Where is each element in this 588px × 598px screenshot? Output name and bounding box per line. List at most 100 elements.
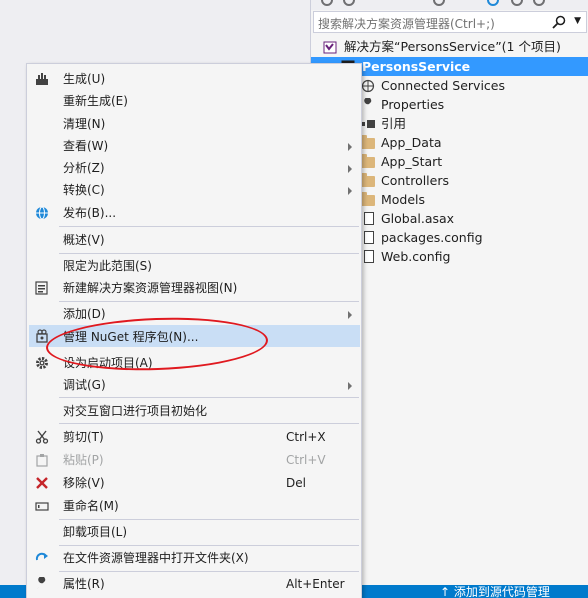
solution-explorer-search[interactable]: 搜索解决方案资源管理器(Ctrl+;) ▼ (313, 11, 587, 33)
solution-explorer-toolbar (311, 0, 588, 10)
delete-x-icon (36, 477, 48, 489)
menu-item-label: 转换(C) (63, 183, 105, 197)
menu-item-label: 粘贴(P) (63, 453, 104, 467)
menu-item-label: 重命名(M) (63, 499, 119, 513)
menu-item-label: 查看(W) (63, 139, 109, 153)
menu-separator (59, 226, 359, 227)
settings-icon[interactable] (533, 0, 545, 6)
menu-item-clean[interactable]: 清理(N) (29, 113, 360, 135)
submenu-arrow-icon (348, 187, 352, 195)
tree-item-label: Connected Services (381, 78, 505, 93)
menu-item-rename[interactable]: 重命名(M) (29, 495, 360, 517)
menu-item-shortcut: Ctrl+X (286, 430, 326, 444)
menu-item-label: 在文件资源管理器中打开文件夹(X) (63, 551, 249, 565)
menu-separator (59, 423, 359, 424)
search-placeholder: 搜索解决方案资源管理器(Ctrl+;) (318, 17, 495, 31)
menu-item-label: 移除(V) (63, 476, 105, 490)
search-icon[interactable] (552, 15, 566, 29)
tree-item-solution[interactable]: 解决方案“PersonsService”(1 个项目) (311, 37, 588, 56)
menu-item-label: 调试(G) (63, 378, 106, 392)
menu-item-label: 新建解决方案资源管理器视图(N) (63, 281, 238, 295)
menu-item-publish[interactable]: 发布(B)... (29, 202, 360, 224)
menu-separator (59, 519, 359, 520)
solution-icon (323, 41, 337, 54)
tree-item-label: Global.asax (381, 211, 455, 226)
sync-icon[interactable] (433, 0, 445, 6)
up-arrow-icon: ↑ (440, 585, 454, 598)
menu-item-rebuild[interactable]: 重新生成(E) (29, 90, 360, 112)
wrench-icon (363, 98, 372, 110)
status-text-label: 添加到源代码管理 (453, 585, 550, 598)
menu-item-paste: 粘贴(P) Ctrl+V (29, 449, 360, 471)
menu-item-properties[interactable]: 属性(R) Alt+Enter (29, 573, 360, 595)
submenu-arrow-icon (348, 165, 352, 173)
new-view-icon (35, 281, 48, 295)
submenu-arrow-icon (348, 382, 352, 390)
tree-item-label: App_Data (381, 135, 442, 150)
menu-item-label: 剪切(T) (63, 430, 104, 444)
back-icon[interactable] (321, 0, 333, 6)
menu-separator (59, 301, 359, 302)
globe-icon (36, 206, 48, 220)
folder-icon (361, 173, 375, 187)
menu-item-shortcut: Alt+Enter (286, 577, 345, 591)
menu-item-label: 对交互窗口进行项目初始化 (63, 404, 208, 418)
menu-item-view[interactable]: 查看(W) (29, 135, 360, 157)
menu-item-label: 属性(R) (63, 577, 105, 591)
folder-icon (361, 154, 375, 168)
nuget-icon (36, 329, 48, 343)
references-icon (361, 120, 375, 128)
menu-item-label: 添加(D) (63, 307, 106, 321)
refresh-icon[interactable] (487, 0, 499, 6)
add-to-source-control[interactable]: ↑ 添加到源代码管理 (440, 585, 550, 598)
menu-item-analyze[interactable]: 分析(Z) (29, 157, 360, 179)
tree-item-label: Models (381, 192, 426, 207)
folder-icon (361, 192, 375, 206)
connected-services-icon (361, 79, 375, 93)
gear-icon (36, 357, 48, 369)
menu-item-label: 概述(V) (63, 233, 105, 247)
menu-item-debug[interactable]: 调试(G) (29, 374, 360, 396)
menu-item-new-explorer-view[interactable]: 新建解决方案资源管理器视图(N) (29, 277, 360, 299)
scissors-icon (35, 430, 49, 444)
menu-item-label: 清理(N) (63, 117, 106, 131)
menu-separator (59, 545, 359, 546)
menu-item-unload-project[interactable]: 卸载项目(L) (29, 521, 360, 543)
menu-item-build[interactable]: 生成(U) (29, 68, 360, 90)
tree-item-label: 引用 (381, 116, 407, 131)
search-options-icon[interactable]: ▼ (574, 16, 581, 26)
file-icon (364, 212, 374, 225)
file-icon (364, 231, 374, 244)
menu-item-cut[interactable]: 剪切(T) Ctrl+X (29, 426, 360, 448)
menu-item-label: 重新生成(E) (63, 94, 128, 108)
tree-item-label: App_Start (381, 154, 443, 169)
tree-item-label: 解决方案“PersonsService”(1 个项目) (344, 39, 561, 54)
submenu-arrow-icon (348, 311, 352, 319)
paste-icon (36, 454, 48, 467)
submenu-arrow-icon (348, 143, 352, 151)
menu-item-open-in-explorer[interactable]: 在文件资源管理器中打开文件夹(X) (29, 547, 360, 569)
menu-item-label: 生成(U) (63, 72, 106, 86)
forward-icon[interactable] (343, 0, 355, 6)
menu-item-initialize-interactive[interactable]: 对交互窗口进行项目初始化 (29, 400, 360, 422)
rename-icon (35, 502, 49, 511)
build-icon (36, 73, 48, 85)
menu-separator (59, 571, 359, 572)
collapse-icon[interactable] (511, 0, 523, 6)
menu-item-label: 发布(B)... (63, 206, 117, 220)
tree-item-label: PersonsService (362, 59, 471, 74)
menu-item-overview[interactable]: 概述(V) (29, 229, 360, 251)
tree-item-label: Controllers (381, 173, 449, 188)
folder-icon (361, 135, 375, 149)
menu-item-label: 分析(Z) (63, 161, 105, 175)
menu-item-remove[interactable]: 移除(V) Del (29, 472, 360, 494)
wrench-icon (37, 577, 46, 589)
menu-item-shortcut: Ctrl+V (286, 453, 326, 467)
menu-item-convert[interactable]: 转换(C) (29, 179, 360, 201)
menu-item-scope-to-this[interactable]: 限定为此范围(S) (29, 255, 360, 277)
menu-item-shortcut: Del (286, 476, 306, 490)
menu-item-label: 卸载项目(L) (63, 525, 128, 539)
menu-separator (59, 397, 359, 398)
tree-item-label: packages.config (381, 230, 483, 245)
menu-item-label: 限定为此范围(S) (63, 259, 152, 273)
